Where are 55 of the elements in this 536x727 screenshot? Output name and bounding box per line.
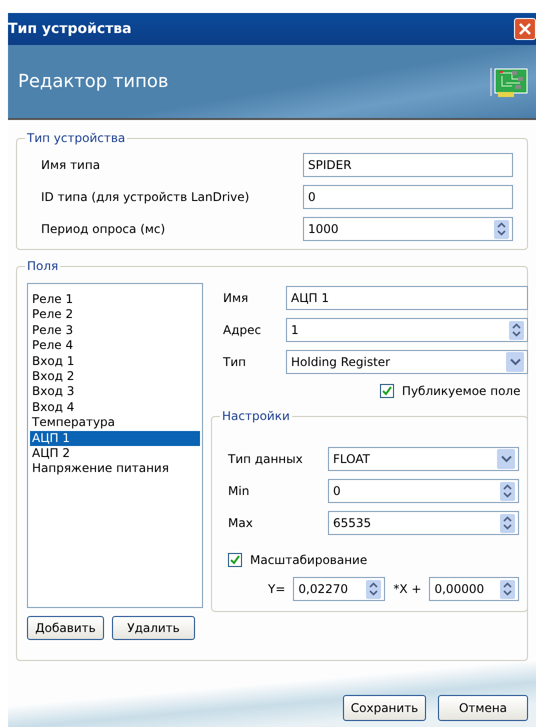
input-field[interactable]: SPIDER: [303, 153, 513, 177]
window-title: Тип устройства: [8, 20, 132, 38]
formula-label: Y=: [268, 581, 286, 598]
field-label: Max: [228, 515, 254, 532]
list-item[interactable]: Реле 1: [30, 292, 200, 308]
checkbox[interactable]: [380, 384, 394, 398]
group-title: Настройки: [220, 408, 292, 424]
list-item[interactable]: Вход 3: [30, 384, 200, 400]
circuit-board-icon: [490, 66, 528, 98]
spin-arrows-icon[interactable]: [509, 320, 524, 340]
field-label: Тип данных: [228, 451, 304, 468]
spin-field[interactable]: 0: [328, 479, 520, 503]
add-button[interactable]: Добавить: [27, 616, 104, 640]
field-label: Адрес: [222, 322, 262, 339]
field-label: Min: [228, 483, 250, 500]
delete-button[interactable]: Удалить: [112, 616, 195, 640]
list-item[interactable]: Температура: [30, 415, 200, 431]
spin-arrows-icon[interactable]: [366, 580, 382, 598]
spin-field[interactable]: 0,02270: [293, 577, 386, 601]
list-item[interactable]: Реле 4: [30, 338, 200, 354]
field-label: ID типа (для устройств LanDrive): [41, 189, 250, 206]
formula-label: *X +: [393, 581, 422, 598]
spin-arrows-icon[interactable]: [494, 220, 509, 238]
list-item[interactable]: Напряжение питания: [30, 461, 200, 477]
list-item[interactable]: Реле 3: [30, 322, 200, 338]
list-item[interactable]: Вход 1: [30, 354, 200, 370]
spin-field[interactable]: 1000: [303, 217, 513, 241]
save-button[interactable]: Сохранить: [343, 695, 426, 721]
field-label: Имя типа: [41, 157, 102, 174]
list-item[interactable]: Вход 2: [30, 369, 200, 384]
checkbox-label: Публикуемое поле: [402, 383, 520, 400]
checkbox-label: Масштабирование: [250, 552, 368, 569]
spin-arrows-icon[interactable]: [500, 482, 516, 500]
input-field[interactable]: 0: [303, 185, 513, 209]
list-item[interactable]: АЦП 1: [30, 430, 200, 446]
checkbox[interactable]: [228, 553, 242, 567]
field-label: Имя: [222, 290, 250, 307]
input-field[interactable]: АЦП 1: [286, 286, 528, 310]
spin-arrows-icon[interactable]: [500, 514, 516, 532]
list-item[interactable]: Реле 2: [30, 307, 200, 323]
list-item[interactable]: Вход 4: [30, 400, 200, 416]
spin-field[interactable]: 0,00000: [429, 577, 520, 601]
group-title: Тип устройства: [25, 130, 128, 146]
dropdown[interactable]: Holding Register: [286, 350, 528, 374]
spin-arrows-icon[interactable]: [500, 580, 516, 598]
header-title: Редактор типов: [18, 70, 168, 94]
dropdown[interactable]: FLOAT: [328, 447, 520, 471]
close-icon: [519, 23, 531, 35]
cancel-button[interactable]: Отмена: [438, 695, 528, 721]
field-label: Тип: [222, 354, 247, 371]
field-label: Период опроса (мс): [41, 221, 166, 238]
spin-field[interactable]: 1: [286, 318, 528, 342]
close-button[interactable]: [514, 18, 536, 40]
spin-field[interactable]: 65535: [328, 511, 520, 535]
list-item[interactable]: АЦП 2: [30, 446, 200, 462]
